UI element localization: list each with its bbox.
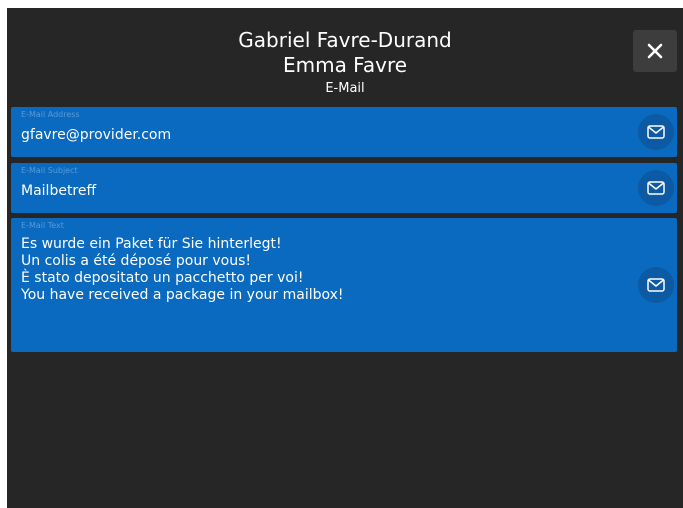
send-email-subject-button[interactable]: [638, 170, 674, 206]
email-text-line: Un colis a été déposé pour vous!: [21, 253, 252, 269]
recipient-name-primary: Gabriel Favre-Durand: [238, 28, 452, 52]
email-text-line: È stato depositato un pacchetto per voi!: [21, 270, 304, 286]
dialog-header: Gabriel Favre-Durand Emma Favre E-Mail: [7, 8, 683, 108]
mail-icon: [647, 278, 665, 292]
mail-icon: [647, 181, 665, 195]
email-address-value: gfavre@provider.com: [21, 127, 172, 143]
close-icon: [647, 43, 663, 59]
email-text-label: E-Mail Text: [21, 221, 64, 230]
email-subject-label: E-Mail Subject: [21, 166, 78, 175]
dialog-subtitle: E-Mail: [325, 81, 365, 96]
send-email-text-button[interactable]: [638, 267, 674, 303]
email-address-field[interactable]: E-Mail Address gfavre@provider.com: [11, 107, 677, 157]
email-text-field[interactable]: E-Mail Text Es wurde ein Paket für Sie h…: [11, 218, 677, 352]
email-subject-field[interactable]: E-Mail Subject Mailbetreff: [11, 163, 677, 213]
email-subject-value: Mailbetreff: [21, 183, 97, 199]
email-text-line: You have received a package in your mail…: [21, 287, 344, 303]
email-address-label: E-Mail Address: [21, 110, 80, 119]
email-text-line: Es wurde ein Paket für Sie hinterlegt!: [21, 236, 282, 252]
email-text-value: Es wurde ein Paket für Sie hinterlegt! U…: [21, 236, 344, 304]
email-dialog: Gabriel Favre-Durand Emma Favre E-Mail E…: [7, 8, 683, 508]
recipient-name-secondary: Emma Favre: [282, 53, 408, 77]
close-button[interactable]: [633, 30, 677, 72]
send-email-address-button[interactable]: [638, 114, 674, 150]
mail-icon: [647, 125, 665, 139]
